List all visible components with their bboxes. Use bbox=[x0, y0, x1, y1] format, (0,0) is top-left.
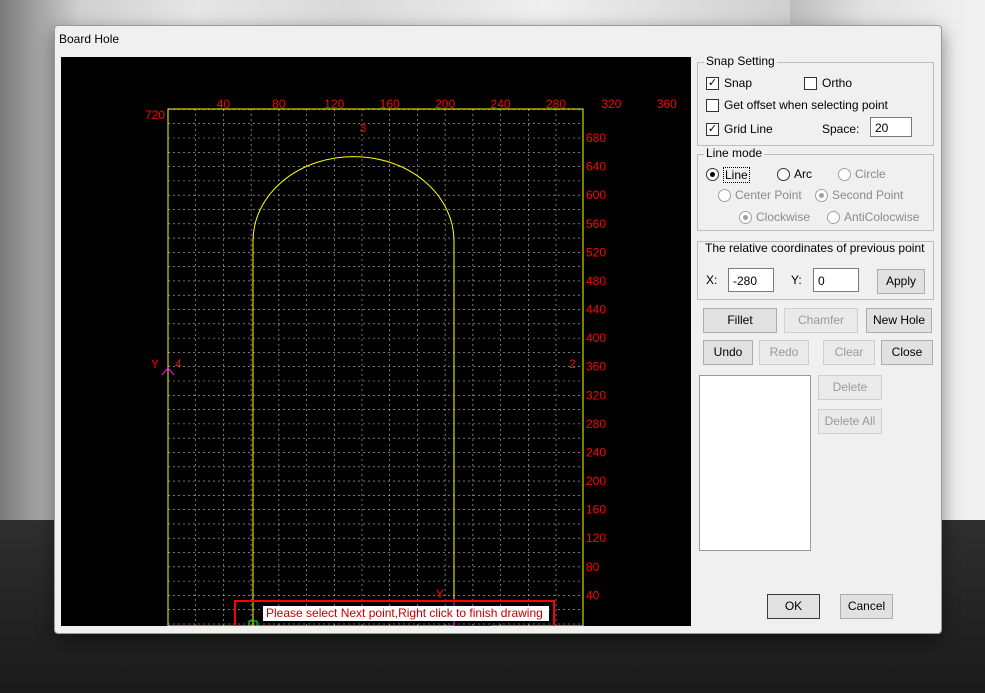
board-border bbox=[167, 108, 584, 626]
relative-coordinates-group: The relative coordinates of previous poi… bbox=[697, 241, 934, 300]
y-tick-label: 560 bbox=[586, 217, 606, 231]
y-tick-label: 640 bbox=[586, 160, 606, 174]
line-mode-group: Line mode Line Arc Circle Center Point S… bbox=[697, 146, 934, 231]
snap-setting-title: Snap Setting bbox=[704, 54, 777, 68]
grid-line-label: Grid Line bbox=[724, 122, 773, 136]
y-tick-label: 320 bbox=[586, 388, 606, 402]
x-tick-label: 40 bbox=[217, 97, 231, 111]
edge-label-left: 4 bbox=[175, 357, 182, 371]
circle-radio[interactable] bbox=[838, 168, 851, 181]
dialog-title: Board Hole bbox=[59, 32, 120, 46]
second-point-label: Second Point bbox=[832, 188, 904, 202]
line-label: Line bbox=[723, 167, 750, 183]
hole-outline bbox=[252, 156, 455, 626]
x-tick-label: 200 bbox=[435, 97, 455, 111]
y-tick-label: 400 bbox=[586, 331, 606, 345]
space-label: Space: bbox=[822, 122, 860, 136]
new-hole-button[interactable]: New Hole bbox=[866, 308, 932, 333]
close-button[interactable]: Close bbox=[881, 340, 933, 365]
x-tick-label: 280 bbox=[546, 97, 566, 111]
y-tick-label: 160 bbox=[586, 503, 606, 517]
snap-label: Snap bbox=[724, 76, 753, 90]
y-tick-label: 280 bbox=[586, 417, 606, 431]
x-tick-label: 240 bbox=[491, 97, 511, 111]
x-tick-label: 360 bbox=[657, 97, 677, 111]
undo-button[interactable]: Undo bbox=[703, 340, 753, 365]
edge-label-right: 2 bbox=[569, 357, 576, 371]
edge-label-top: 3 bbox=[360, 121, 367, 135]
snap-setting-group: Snap Setting ✓ Snap Ortho Get offset whe… bbox=[697, 54, 934, 146]
corner-label-720: 720 bbox=[145, 108, 165, 122]
clockwise-label: Clockwise bbox=[756, 210, 811, 224]
drawing-canvas[interactable]: 4080120160200240280320360400440480520560… bbox=[61, 57, 691, 626]
y-tick-label: 80 bbox=[586, 560, 600, 574]
delete-all-button[interactable]: Delete All bbox=[818, 409, 882, 434]
drawing-svg[interactable]: 4080120160200240280320360400440480520560… bbox=[61, 57, 691, 626]
arc-label: Arc bbox=[794, 167, 812, 181]
chamfer-button[interactable]: Chamfer bbox=[784, 308, 858, 333]
y-tick-label: 240 bbox=[586, 445, 606, 459]
y-tick-label: 520 bbox=[586, 245, 606, 259]
fillet-button[interactable]: Fillet bbox=[703, 308, 777, 333]
anticlockwise-label: AntiColocwise bbox=[844, 210, 920, 224]
ortho-checkbox[interactable] bbox=[804, 77, 817, 90]
center-point-label: Center Point bbox=[735, 188, 802, 202]
x-tick-label: 80 bbox=[272, 97, 286, 111]
cursor-y-label: Y bbox=[436, 587, 444, 601]
circle-label: Circle bbox=[855, 167, 886, 181]
y-tick-label: 480 bbox=[586, 274, 606, 288]
offset-label: Get offset when selecting point bbox=[724, 98, 888, 112]
center-point-radio[interactable] bbox=[718, 189, 731, 202]
board-hole-dialog: Board Hole 40801201602002402803203604004… bbox=[54, 25, 942, 634]
apply-button[interactable]: Apply bbox=[877, 269, 925, 294]
y-coordinate-input[interactable]: 0 bbox=[813, 268, 859, 292]
x-tick-label: 160 bbox=[380, 97, 400, 111]
y-tick-label: 440 bbox=[586, 303, 606, 317]
grid-line-checkbox[interactable]: ✓ bbox=[706, 123, 719, 136]
y-tick-label: 360 bbox=[586, 360, 606, 374]
line-radio[interactable] bbox=[706, 168, 719, 181]
y-tick-label: 680 bbox=[586, 131, 606, 145]
line-mode-title: Line mode bbox=[704, 146, 765, 160]
delete-button[interactable]: Delete bbox=[818, 375, 882, 400]
x-label: X: bbox=[706, 273, 718, 287]
y-tick-label: 600 bbox=[586, 188, 606, 202]
clockwise-radio[interactable] bbox=[739, 211, 752, 224]
second-point-radio[interactable] bbox=[815, 189, 828, 202]
relative-coordinates-title: The relative coordinates of previous poi… bbox=[705, 241, 925, 255]
space-input[interactable]: 20 bbox=[870, 117, 912, 137]
hole-list[interactable] bbox=[699, 375, 811, 551]
x-coordinate-input[interactable]: -280 bbox=[728, 268, 774, 292]
y-tick-label: 40 bbox=[586, 588, 600, 602]
ok-button[interactable]: OK bbox=[767, 594, 820, 619]
y-tick-label: 200 bbox=[586, 474, 606, 488]
offset-checkbox[interactable] bbox=[706, 99, 719, 112]
y-label: Y: bbox=[791, 273, 802, 287]
x-tick-label: 320 bbox=[601, 97, 621, 111]
cancel-button[interactable]: Cancel bbox=[840, 594, 893, 619]
anticlockwise-radio[interactable] bbox=[827, 211, 840, 224]
y-tick-label: 120 bbox=[586, 531, 606, 545]
redo-button[interactable]: Redo bbox=[759, 340, 809, 365]
left-y-axis-label: Y bbox=[151, 357, 159, 371]
arc-radio[interactable] bbox=[777, 168, 790, 181]
snap-checkbox[interactable]: ✓ bbox=[706, 77, 719, 90]
clear-button[interactable]: Clear bbox=[823, 340, 875, 365]
ortho-label: Ortho bbox=[822, 76, 853, 90]
x-tick-label: 120 bbox=[324, 97, 344, 111]
status-message: Please select Next point,Right click to … bbox=[266, 606, 543, 620]
